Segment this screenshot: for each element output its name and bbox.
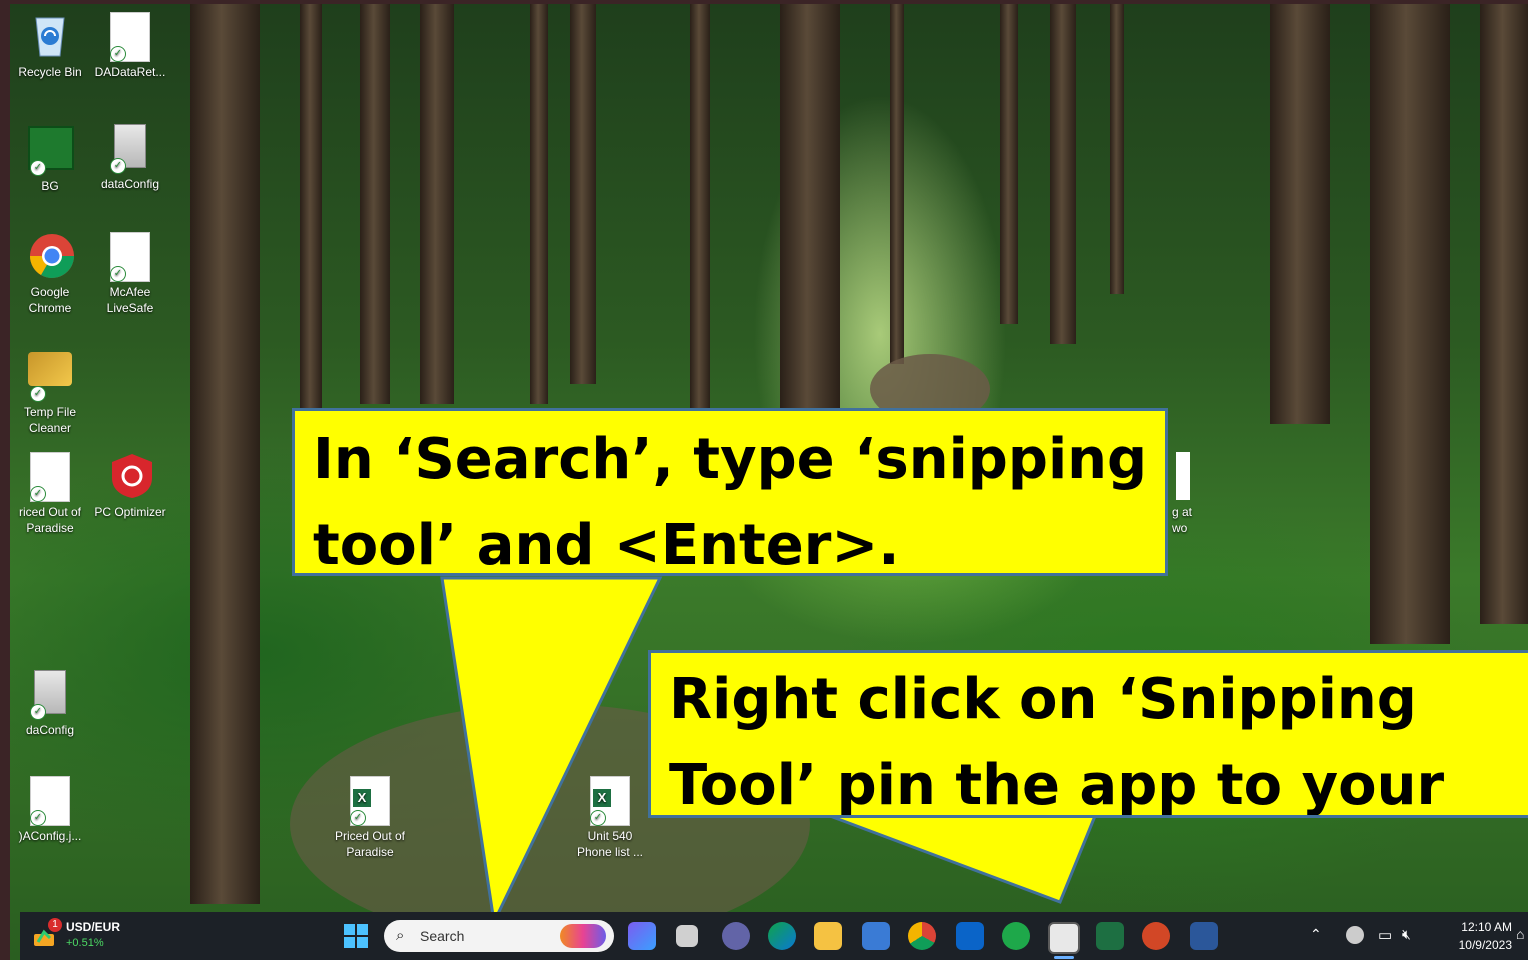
search-placeholder: Search <box>420 928 465 944</box>
taskbar: 1 USD/EUR +0.51% ⌕ Search ⌃ ▭ 🔇︎ 12:10 A… <box>20 912 1528 960</box>
search-highlight-icon <box>560 924 606 948</box>
widget-title: USD/EUR <box>66 920 121 934</box>
weather-widget[interactable]: 1 USD/EUR +0.51% <box>30 918 140 954</box>
money-app-icon[interactable] <box>1002 922 1030 950</box>
copilot-icon[interactable] <box>628 922 656 950</box>
mail-icon[interactable] <box>956 922 984 950</box>
callout-pin-instruction: Right click on ‘Snipping Tool’ pin the a… <box>648 650 1528 818</box>
callout-search-instruction: In ‘Search’, type ‘snipping tool’ and <E… <box>292 408 1168 578</box>
desktop-screen: Recycle Bin ✓ DADataRet... ✓ BG ✓ dataCo… <box>0 0 1528 960</box>
network-icon[interactable]: ▭ <box>1378 926 1392 944</box>
snipping-tool-icon[interactable] <box>1048 922 1080 954</box>
widget-badge: 1 <box>48 918 62 932</box>
edge-icon[interactable] <box>768 922 796 950</box>
excel-icon[interactable] <box>1096 922 1124 950</box>
taskbar-search[interactable]: ⌕ Search <box>384 920 614 952</box>
notifications-icon[interactable]: ⌂ <box>1516 926 1524 942</box>
callout-pointer-pin <box>829 814 1098 904</box>
callout-pointer-search <box>440 576 663 928</box>
widget-value: +0.51% <box>66 937 104 949</box>
start-button[interactable] <box>342 922 370 950</box>
chrome-taskbar-icon[interactable] <box>908 922 936 950</box>
clock-date: 10/9/2023 <box>1458 938 1512 952</box>
clock[interactable]: 12:10 AM 10/9/2023 <box>1432 918 1512 954</box>
file-explorer-icon[interactable] <box>814 922 842 950</box>
powerpoint-icon[interactable] <box>1142 922 1170 950</box>
show-hidden-icons-chevron-up-icon[interactable]: ⌃ <box>1310 926 1322 943</box>
search-icon: ⌕ <box>396 927 405 944</box>
word-icon[interactable] <box>1190 922 1218 950</box>
active-app-indicator <box>1054 956 1074 959</box>
windows-start-icon <box>344 924 368 948</box>
callout-pin-text: Right click on ‘Snipping Tool’ pin the a… <box>669 667 1445 818</box>
clock-time: 12:10 AM <box>1461 920 1512 934</box>
chat-icon[interactable] <box>722 922 750 950</box>
volume-muted-icon[interactable]: 🔇︎ <box>1402 926 1411 943</box>
microsoft-store-icon[interactable] <box>862 922 890 950</box>
task-view-icon[interactable] <box>676 925 698 947</box>
system-tray-app-icon[interactable] <box>1346 926 1364 944</box>
